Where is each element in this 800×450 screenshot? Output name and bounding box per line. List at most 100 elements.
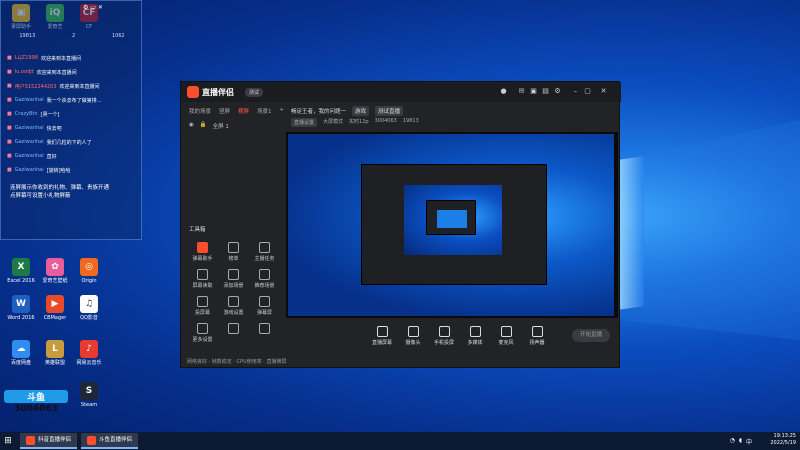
scene-tab[interactable]: 我的场景 xyxy=(189,107,211,115)
scene-tab[interactable]: 场景1 xyxy=(257,107,272,115)
lock-icon[interactable]: 🔒 xyxy=(200,122,207,130)
chat-username[interactable]: Gaziwanhai xyxy=(15,97,44,103)
tool-item[interactable]: 投屏幕 xyxy=(187,296,218,316)
bottom-tool-icon xyxy=(500,326,512,337)
desktop-icon[interactable]: W Word 2016 xyxy=(4,295,38,321)
task-1[interactable]: 斗鱼直播伴侣 xyxy=(81,433,139,449)
tray-icons[interactable]: ◔ ◖ 中 xyxy=(730,437,752,446)
scene-tab[interactable]: 竖屏 xyxy=(219,107,230,115)
task-0[interactable]: 抖音直播伴侣 xyxy=(20,433,78,449)
danmu-overlay-panel[interactable]: ⚙ ▭ ✕ 19813 2 1062 ■ LLJZ1998 欢迎来到本直播间 ■ Iu.… xyxy=(0,0,142,240)
desktop-icon[interactable]: ▶ CBMager xyxy=(38,295,72,321)
desktop-icon[interactable]: X Excel 2016 xyxy=(4,258,38,284)
gift-icon[interactable]: ▣ xyxy=(529,87,538,96)
settings-icon[interactable]: ⚙ xyxy=(553,87,562,96)
room-info[interactable]: 畅足王者，我的问题一 游戏 测试直播 xyxy=(291,106,404,116)
toolbox-title: 工具箱 xyxy=(189,227,206,233)
tool-item[interactable] xyxy=(218,323,249,343)
tool-item[interactable]: 榜单 xyxy=(218,242,249,262)
chat-avatar-icon: ■ xyxy=(7,111,12,117)
title-bar[interactable]: 直播伴侣 测试 ● ✉ ▣ ▤ ⚙ – ▢ ✕ xyxy=(181,82,621,102)
windows-start-icon[interactable]: ⊞ xyxy=(0,433,16,449)
stream-preview[interactable] xyxy=(286,132,618,318)
tool-label: 屏幕读取 xyxy=(192,283,213,289)
bottom-tool[interactable]: 扬声器 xyxy=(523,326,551,346)
tool-item[interactable]: 弹幕助手 xyxy=(187,242,218,262)
bottom-tool[interactable]: 多媒体 xyxy=(461,326,489,346)
start-live-button[interactable]: 开始直播 xyxy=(572,329,610,342)
status-bar: 网络良好 · 帧数稳定 · CPU使用率 · 直播横屏 xyxy=(187,359,287,365)
chat-text: [哭一个] xyxy=(40,111,60,118)
overlay-controls[interactable]: ⚙ ▭ ✕ xyxy=(83,4,141,14)
chat-message[interactable]: ■ 用户5152244203 欢迎来到本直播间 xyxy=(7,81,141,91)
tool-label: 弹幕屏 xyxy=(256,310,272,316)
chat-message[interactable]: ■ Gaziwanhai 我们几粒的下的人了 xyxy=(7,137,141,147)
tool-item[interactable]: 弹幕屏 xyxy=(249,296,280,316)
desktop-icon[interactable]: S Steam xyxy=(72,382,106,408)
desktop-icon[interactable]: ♫ QQ影音 xyxy=(72,295,106,321)
chat-message[interactable]: ■ CrazyBtn [哭一个] xyxy=(7,109,141,119)
chat-message[interactable]: ■ Iu.oodjt 欢迎来到本直播间 xyxy=(7,67,141,77)
chat-message[interactable]: ■ Gaziwanhai 我一个杀去布了做第排... xyxy=(7,95,141,105)
scene-tab[interactable]: 横屏 xyxy=(238,107,249,115)
bottom-tool[interactable]: 手机投屏 xyxy=(430,326,458,346)
chat-username[interactable]: Gaziwanhai xyxy=(15,153,44,159)
tool-item[interactable]: 推荐场景 xyxy=(249,269,280,289)
eye-icon[interactable]: ◉ xyxy=(189,122,194,130)
desktop-icon[interactable]: ♪ 网易云音乐 xyxy=(72,340,106,366)
add-scene-icon[interactable]: + xyxy=(280,107,285,115)
chat-username[interactable]: 用户5152244203 xyxy=(15,83,57,90)
desktop-app-icon: ♪ xyxy=(80,340,98,358)
chat-username[interactable]: Gaziwanhai xyxy=(15,167,44,173)
chat-message[interactable]: ■ LLJZ1998 欢迎来到本直播间 xyxy=(7,53,141,63)
bottom-tool[interactable]: 摄像头 xyxy=(399,326,427,346)
desktop-icon[interactable]: L 英雄联盟 xyxy=(38,340,72,366)
douyu-watermark: 斗鱼 3004063 xyxy=(4,390,68,414)
scene-tabs[interactable]: 我的场景 竖屏 横屏 场景1 + xyxy=(189,107,284,115)
live-companion-window[interactable]: 直播伴侣 测试 ● ✉ ▣ ▤ ⚙ – ▢ ✕ 我的场景 竖屏 横屏 场景1 + ◉ 🔒… xyxy=(180,81,621,368)
volume-icon[interactable]: ◖ xyxy=(739,437,742,446)
folder-icon[interactable]: ▤ xyxy=(541,87,550,96)
tool-item[interactable]: 屏幕读取 xyxy=(187,269,218,289)
app-logo: 直播伴侣 xyxy=(187,86,234,98)
chat-message[interactable]: ■ Gaziwanhai 直好 xyxy=(7,151,141,161)
room-category[interactable]: 游戏 xyxy=(352,106,370,116)
close-icon[interactable]: ✕ xyxy=(599,87,608,96)
tool-label: 更多设置 xyxy=(192,337,213,343)
clock[interactable]: 19:13:25 2022/5/19 xyxy=(770,433,796,447)
minimize-icon[interactable]: – xyxy=(571,87,580,96)
chat-username[interactable]: Gaziwanhai xyxy=(15,125,44,131)
scene-row[interactable]: ◉ 🔒 全屏 1 xyxy=(189,122,229,130)
tool-label: 投屏幕 xyxy=(194,310,210,316)
chat-avatar-icon: ■ xyxy=(7,97,12,103)
overlay-note: 连屏展示你收到的礼物、弹幕、贵族开通 点屏幕可设置小礼物屏蔽 xyxy=(10,185,110,199)
tool-item[interactable]: 更多设置 xyxy=(187,323,218,343)
room-subtitle[interactable]: 测试直播 xyxy=(375,106,404,116)
taskbar[interactable]: ⊞ 抖音直播伴侣 斗鱼直播伴侣 ◔ ◖ 中 19:13:25 2022/5/19 xyxy=(0,432,800,450)
clock-date: 2022/5/19 xyxy=(770,440,796,446)
message-icon[interactable]: ✉ xyxy=(517,87,526,96)
desktop-icon[interactable]: ◎ Origin xyxy=(72,258,106,284)
chat-message[interactable]: ■ Gaziwanhai 快去吧 xyxy=(7,123,141,133)
version-badge: 测试 xyxy=(245,88,264,97)
tool-item[interactable]: 游戏设置 xyxy=(218,296,249,316)
chat-username[interactable]: Iu.oodjt xyxy=(15,69,34,75)
tool-item[interactable]: 主播任务 xyxy=(249,242,280,262)
desktop-icon[interactable]: ☁ 百度网盘 xyxy=(4,340,38,366)
bottom-tool[interactable]: 麦克风 xyxy=(492,326,520,346)
avatar[interactable]: ● xyxy=(499,87,508,96)
subinfo-0[interactable]: 直播设置 xyxy=(291,118,318,127)
bottom-toolbar[interactable]: 开始直播 直播屏幕 摄像头 手机投屏 多媒体 麦克风 扬声器 xyxy=(286,320,618,356)
toolbox-grid[interactable]: 弹幕助手 榜单 主播任务屏幕读取 添加场景 推荐场景投屏幕 游戏设置 弹幕屏更多设置 xyxy=(187,242,282,343)
ime-icon[interactable]: 中 xyxy=(746,437,752,446)
tool-item[interactable]: 添加场景 xyxy=(218,269,249,289)
network-icon[interactable]: ◔ xyxy=(730,437,735,446)
chat-username[interactable]: CrazyBtn xyxy=(15,111,38,117)
bottom-tool[interactable]: 直播屏幕 xyxy=(368,326,396,346)
chat-username[interactable]: LLJZ1998 xyxy=(15,55,38,61)
chat-message[interactable]: ■ Gaziwanhai [旋转]哈哈 xyxy=(7,165,141,175)
tool-item[interactable] xyxy=(249,323,280,343)
desktop-icon[interactable]: ✿ 爱奇艺壁纸 xyxy=(38,258,72,284)
chat-username[interactable]: Gaziwanhai xyxy=(15,139,44,145)
maximize-icon[interactable]: ▢ xyxy=(583,87,592,96)
